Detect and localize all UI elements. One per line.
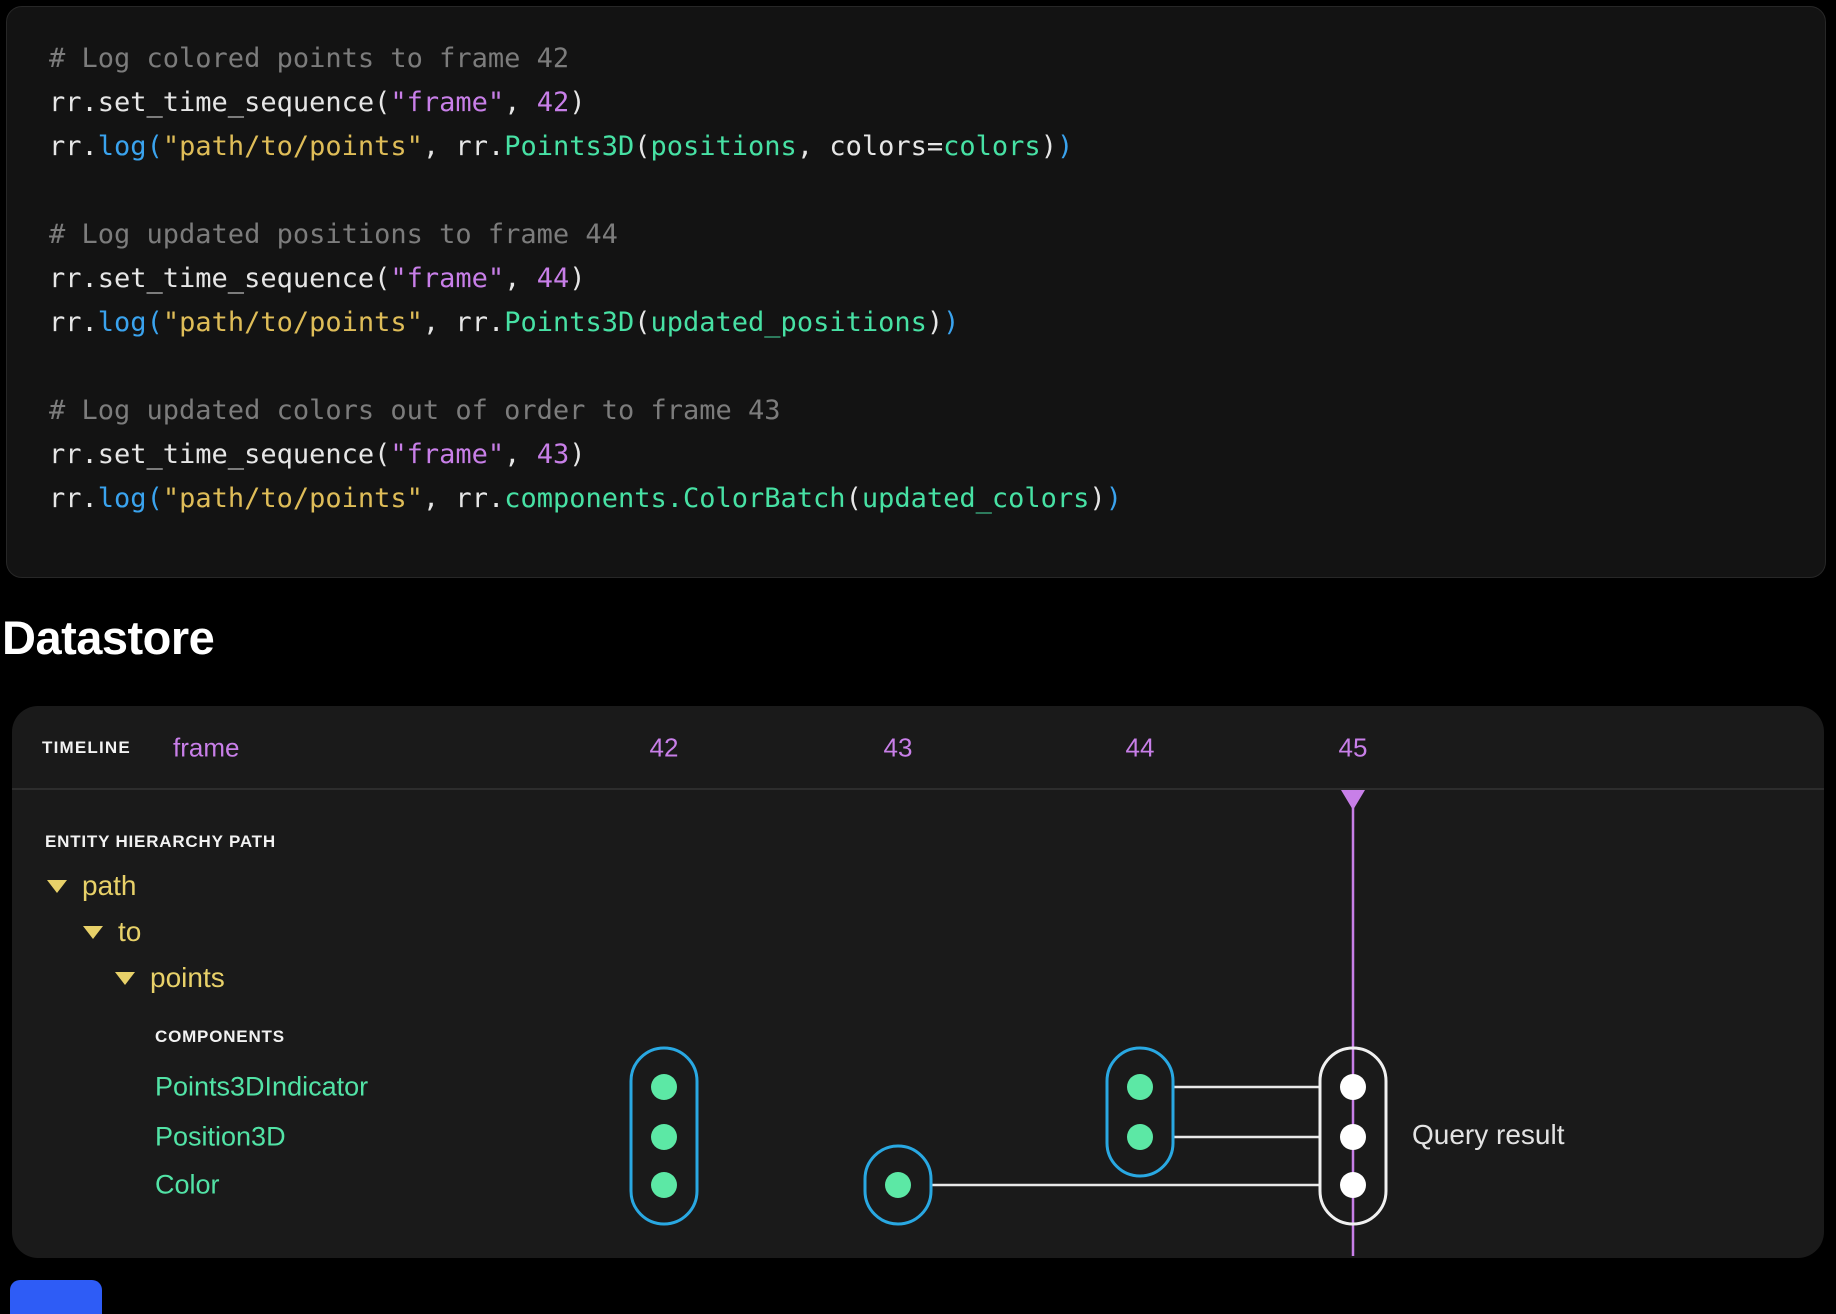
timeline-header: TIMELINE frame 42 43 44 45 <box>12 706 1824 790</box>
frame-tick-44: 44 <box>1126 733 1155 764</box>
frame-tick-42: 42 <box>650 733 679 764</box>
partial-blue-element[interactable] <box>10 1280 102 1314</box>
collapse-triangle-icon[interactable] <box>115 972 135 985</box>
tree-node-label: to <box>118 916 141 948</box>
component-row-position3d: Position3D <box>155 1122 286 1153</box>
tree-node-to[interactable]: to <box>83 916 141 948</box>
code-line: # Log updated positions to frame 44 <box>49 213 1783 257</box>
frame-tick-45: 45 <box>1339 733 1368 764</box>
query-result-label: Query result <box>1412 1119 1565 1151</box>
page: # Log colored points to frame 42rr.set_t… <box>0 0 1836 1314</box>
code-line: # Log colored points to frame 42 <box>49 37 1783 81</box>
code-line: rr.log("path/to/points", rr.Points3D(upd… <box>49 301 1783 345</box>
collapse-triangle-icon[interactable] <box>83 926 103 939</box>
code-line: rr.set_time_sequence("frame", 42) <box>49 81 1783 125</box>
tree-node-path[interactable]: path <box>47 870 137 902</box>
tree-node-label: path <box>82 870 137 902</box>
code-line: rr.set_time_sequence("frame", 44) <box>49 257 1783 301</box>
code-block: # Log colored points to frame 42rr.set_t… <box>6 6 1826 578</box>
timeline-name: frame <box>173 733 239 764</box>
code-line <box>49 169 1783 213</box>
code-line: rr.log("path/to/points", rr.Points3D(pos… <box>49 125 1783 169</box>
tree-node-points[interactable]: points <box>115 962 225 994</box>
tree-node-label: points <box>150 962 225 994</box>
datastore-heading: Datastore <box>2 610 214 665</box>
code-line: rr.set_time_sequence("frame", 43) <box>49 433 1783 477</box>
frame-tick-43: 43 <box>884 733 913 764</box>
timeline-label: TIMELINE <box>42 738 131 758</box>
component-row-color: Color <box>155 1170 220 1201</box>
component-row-points3dindicator: Points3DIndicator <box>155 1072 368 1103</box>
code-line <box>49 345 1783 389</box>
datastore-panel: TIMELINE frame 42 43 44 45 ENTITY HIERARCHY… <box>12 706 1824 1258</box>
code-line: # Log updated colors out of order to fra… <box>49 389 1783 433</box>
entity-hierarchy-label: ENTITY HIERARCHY PATH <box>45 832 276 852</box>
collapse-triangle-icon[interactable] <box>47 880 67 893</box>
components-label: COMPONENTS <box>155 1027 285 1047</box>
code-line: rr.log("path/to/points", rr.components.C… <box>49 477 1783 521</box>
